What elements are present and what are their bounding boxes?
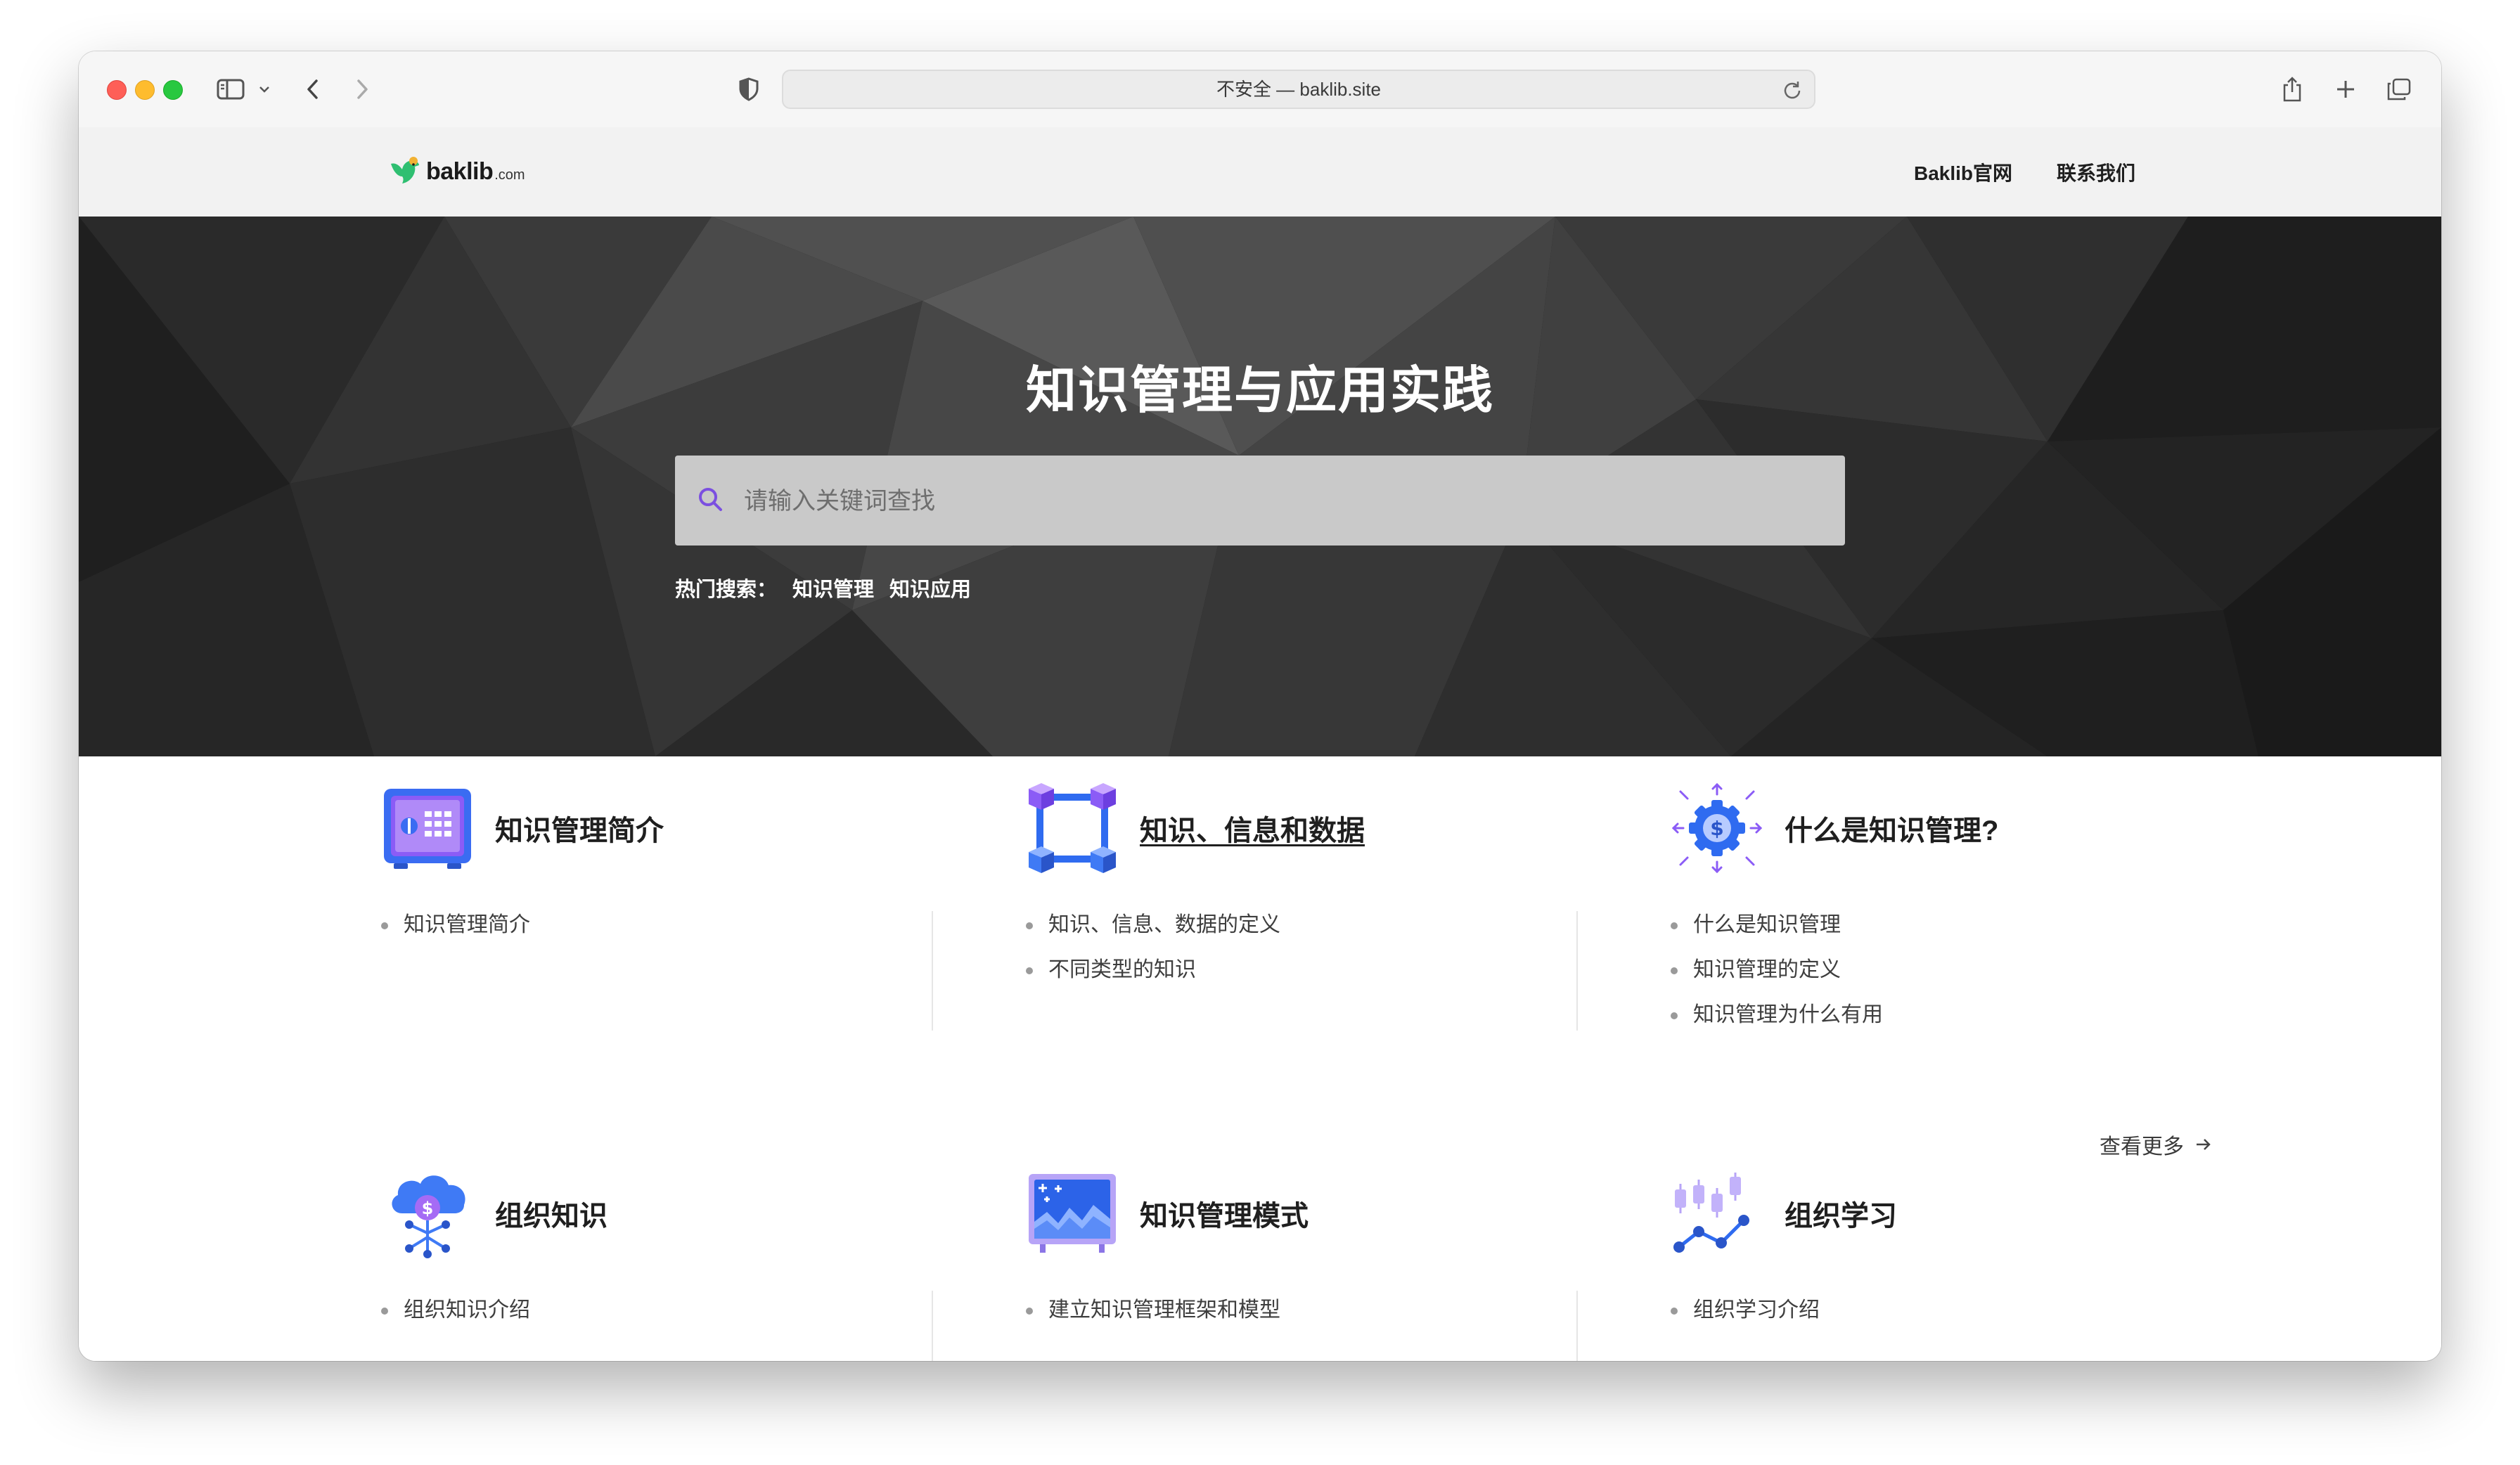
svg-text:$: $ bbox=[1710, 817, 1723, 840]
sidebar-toggle-icon[interactable] bbox=[215, 75, 246, 103]
hot-search-label: 热门搜索： bbox=[675, 579, 778, 601]
column-divider bbox=[1576, 911, 1578, 1031]
view-more-label: 查看更多 bbox=[2100, 1135, 2184, 1159]
bird-logo-icon bbox=[391, 157, 419, 183]
list-item[interactable]: 知识管理简介 bbox=[381, 903, 530, 948]
browser-toolbar: 不安全 — baklib.site bbox=[79, 51, 2441, 129]
share-icon[interactable] bbox=[2280, 75, 2305, 103]
list-item[interactable]: 建立知识管理框架和模型 bbox=[1026, 1288, 1280, 1333]
card-title[interactable]: 组织学习 bbox=[1785, 1193, 1897, 1234]
list-item[interactable]: 知识管理的定义 bbox=[1671, 948, 1883, 993]
maximize-window-button[interactable] bbox=[163, 80, 183, 100]
minimize-window-button[interactable] bbox=[135, 80, 155, 100]
category-grid: 知识管理简介 知识管理简介 知识、信息和数据 知识、信息、数据的定义 不同类型的… bbox=[79, 756, 2441, 1361]
privacy-shield-icon[interactable] bbox=[736, 75, 761, 103]
logo-text: baklib bbox=[426, 157, 494, 185]
card-item-list: 知识管理简介 bbox=[381, 903, 530, 948]
card-title[interactable]: 什么是知识管理? bbox=[1785, 808, 1998, 848]
list-item[interactable]: 知识管理为什么有用 bbox=[1671, 993, 1883, 1038]
logo-suffix: .com bbox=[494, 167, 525, 183]
card-header[interactable]: 组织学习 bbox=[1671, 1167, 1897, 1260]
site-header: baklib .com Baklib官网 联系我们 bbox=[79, 127, 2441, 217]
cloud-dollar-icon: $ bbox=[392, 1175, 465, 1258]
hot-search-term[interactable]: 知识管理 bbox=[792, 579, 874, 601]
list-item[interactable]: 知识、信息、数据的定义 bbox=[1026, 903, 1280, 948]
hot-search-term[interactable]: 知识应用 bbox=[889, 579, 971, 601]
close-window-button[interactable] bbox=[107, 80, 127, 100]
search-icon bbox=[696, 485, 726, 518]
arrow-right-icon bbox=[2197, 1139, 2211, 1150]
chevron-down-icon[interactable] bbox=[256, 75, 273, 103]
column-divider bbox=[932, 1291, 933, 1361]
cube-network-icon bbox=[1029, 783, 1116, 873]
card-item-list: 组织知识介绍 bbox=[381, 1288, 530, 1333]
card-header[interactable]: 知识、信息和数据 bbox=[1026, 782, 1365, 875]
list-item[interactable]: 什么是知识管理 bbox=[1671, 903, 1883, 948]
list-item[interactable]: 组织学习介绍 bbox=[1671, 1288, 1820, 1333]
search-input[interactable] bbox=[742, 456, 1828, 547]
card-header[interactable]: 知识管理模式 bbox=[1026, 1167, 1309, 1260]
search-box[interactable] bbox=[675, 456, 1845, 547]
browser-window: 不安全 — baklib.site baklib .com Baklib官网 联… bbox=[79, 51, 2441, 1361]
card-header[interactable]: $ 组织知识 bbox=[381, 1167, 608, 1260]
back-icon[interactable] bbox=[302, 75, 323, 103]
hero-banner: 知识管理与应用实践 热门搜索： 知识管理知识应用 bbox=[79, 217, 2441, 756]
tab-overview-icon[interactable] bbox=[2385, 75, 2413, 103]
forward-icon[interactable] bbox=[352, 75, 373, 103]
card-title[interactable]: 知识管理模式 bbox=[1140, 1193, 1309, 1234]
svg-text:$: $ bbox=[422, 1199, 434, 1218]
card-header[interactable]: $ 什么是知识管理? bbox=[1671, 782, 1998, 875]
nav-baklib-official[interactable]: Baklib官网 bbox=[1914, 158, 2012, 186]
address-bar[interactable]: 不安全 — baklib.site bbox=[782, 70, 1815, 109]
card-title[interactable]: 组织知识 bbox=[495, 1193, 608, 1234]
column-divider bbox=[1576, 1291, 1578, 1361]
safe-icon bbox=[384, 789, 471, 869]
candlestick-chart-icon bbox=[1673, 1173, 1749, 1253]
card-title[interactable]: 知识管理简介 bbox=[495, 808, 664, 848]
card-item-list: 什么是知识管理 知识管理的定义 知识管理为什么有用 bbox=[1671, 903, 1883, 1038]
card-item-list: 知识、信息、数据的定义 不同类型的知识 bbox=[1026, 903, 1280, 993]
card-header[interactable]: 知识管理简介 bbox=[381, 782, 664, 875]
reload-icon[interactable] bbox=[1782, 79, 1803, 104]
monitor-chart-icon bbox=[1029, 1174, 1116, 1253]
logo[interactable]: baklib .com bbox=[388, 154, 525, 189]
list-item[interactable]: 组织知识介绍 bbox=[381, 1288, 530, 1333]
card-title[interactable]: 知识、信息和数据 bbox=[1140, 808, 1365, 848]
nav-contact-us[interactable]: 联系我们 bbox=[2057, 158, 2135, 186]
view-more-link[interactable]: 查看更多 bbox=[2100, 1129, 2213, 1160]
list-item[interactable]: 不同类型的知识 bbox=[1026, 948, 1280, 993]
hero-title: 知识管理与应用实践 bbox=[1025, 363, 1494, 419]
card-item-list: 组织学习介绍 bbox=[1671, 1288, 1820, 1333]
hot-search: 热门搜索： 知识管理 知识应用 bbox=[675, 573, 986, 602]
url-text: 不安全 — baklib.site bbox=[1216, 79, 1382, 100]
gear-dollar-icon: $ bbox=[1671, 782, 1763, 874]
new-tab-icon[interactable] bbox=[2333, 75, 2358, 103]
column-divider bbox=[932, 911, 933, 1031]
card-item-list: 建立知识管理框架和模型 bbox=[1026, 1288, 1280, 1333]
